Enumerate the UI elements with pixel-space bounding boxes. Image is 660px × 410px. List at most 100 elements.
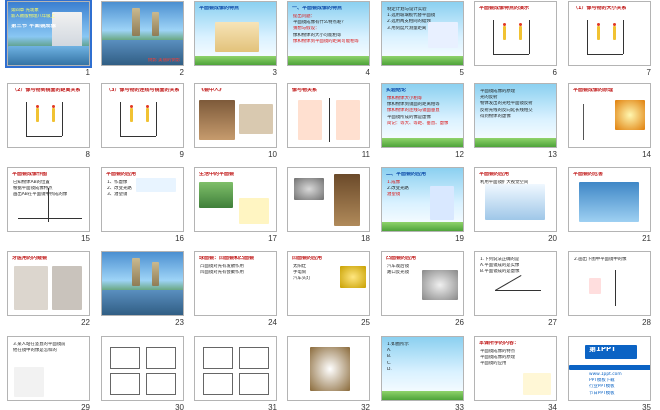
slide-thumbnail[interactable]: 一、平面镜成像的特点 提出问题： 平面镜成像有什么特点呢？ 猜想与假设： 像和物体的大小… (287, 1, 370, 66)
slide-cell[interactable]: 平面镜成像作图 已知物体AB的位置 根据平面镜成像特点 画出AB在平面镜中所成的像 15 (4, 166, 98, 248)
slide-thumbnail[interactable] (101, 336, 184, 401)
slide-thumbnail[interactable]: 生活中的平面镜 (194, 167, 277, 232)
slide-cell[interactable]: （3）像与物的连线与镜面的关系 9 (98, 82, 192, 164)
slide-title: 平面镜的应用 (106, 172, 137, 177)
diagram-line (120, 102, 121, 136)
slide-cell[interactable]: 平面镜的应用 利用平面镜扩大视觉空间 20 (471, 166, 565, 248)
convex-mirror-diagram (205, 278, 231, 302)
slide-text-line: 汽车观后镜 (387, 264, 409, 269)
slide-thumbnail[interactable]: （3）像与物的连线与镜面的关系 (101, 83, 184, 148)
slide-title: 凸面镜的应用 (386, 256, 417, 261)
slide-cell[interactable]: 实验结论 像和物体大小相等 像和物体到镜面的距离相等 像和物体的连线与镜面垂直 平面镜所… (378, 82, 472, 164)
slide-thumbnail[interactable]: （2）像与物到镜面的距离关系 (7, 83, 90, 148)
slide-cell[interactable]: （2）像与物到镜面的距离关系 8 (4, 82, 98, 164)
slide-thumbnail[interactable]: 第1PPT www.1ppt.com PPT模板下载 行业PPT模板 节日PPT模板 (568, 336, 651, 401)
slide-thumbnail[interactable]: 平面镜的应用 1、作虚像 2、改变光路 3、潜望镜 (101, 167, 184, 232)
slide-thumbnail[interactable]: 球面镜：凹面镜和凸面镜 凸面镜对光有发散作用 凹面镜对光有会聚作用 (194, 251, 277, 316)
slide-thumbnail[interactable]: 平面镜成像特点的演示 (474, 1, 557, 66)
clock-picture (310, 347, 350, 391)
slide-thumbnail[interactable]: 凸面镜的应用 汽车观后镜 路口反光镜 (381, 251, 464, 316)
slide-cell[interactable]: 平面镜成像特点的演示 6 (471, 0, 565, 82)
slide-cell[interactable]: 凸面镜的应用 汽车观后镜 路口反光镜 26 (378, 250, 472, 332)
slide-thumbnail[interactable]: 3.某人站在竖直的平面镜前 他在镜中的像是怎样的 (7, 336, 90, 401)
slide-cell[interactable]: 像与物关系 11 (284, 82, 378, 164)
slide-thumbnail[interactable]: 2.画出下图中平面镜中的像 (568, 251, 651, 316)
grass-decoration (382, 222, 463, 231)
concave-mirror-diagram (241, 278, 267, 302)
slide-thumbnail[interactable]: 平面镜的应用 利用平面镜扩大视觉空间 (474, 167, 557, 232)
slide-thumbnail[interactable] (101, 251, 184, 316)
dressing-mirror-picture (334, 174, 360, 226)
slide-thumbnail[interactable]: 平面镜成像的原理 光的反射 物体发出的光经平面镜反射 反射光线的反向延长线相交 得到物体… (474, 83, 557, 148)
slide-cell[interactable]: 生活中的平面镜 17 (191, 166, 285, 248)
slide-cell[interactable]: 制定计划与设计实验 1.选用玻璃板代替平面镜 2.选用两支相同的蜡烛 3.用刻度尺测量… (378, 0, 472, 82)
slide-text-line: 平面镜成像有什么特点呢？ (293, 20, 346, 26)
slide-thumbnail[interactable]: 平面镜成像作图 已知物体AB的位置 根据平面镜成像特点 画出AB在平面镜中所成的像 (7, 167, 90, 232)
slide-cell[interactable]: 《镜中人》 10 (191, 82, 285, 164)
slide-cell[interactable]: 牙医用的内窥镜 22 (4, 250, 98, 332)
slide-cell[interactable]: （1）像与物的大小关系 7 (565, 0, 659, 82)
candle-picture (519, 26, 522, 40)
slide-thumbnail[interactable]: 平面镜的危害 (568, 167, 651, 232)
slide-thumbnail[interactable]: 平面镜成像的原理 (568, 83, 651, 148)
reflection-person-picture (336, 100, 360, 140)
slide-cell[interactable]: 平面镜成像的特点 3 (191, 0, 285, 82)
apparatus-picture (428, 22, 458, 48)
grid-picture (14, 367, 44, 397)
person-picture (298, 100, 322, 140)
slide-thumbnail[interactable]: 第三节 平面镜成像 第四章 光现象 新人教版物理八年级上 (5, 0, 92, 68)
slide-thumbnail[interactable]: （1）像与物的大小关系 (568, 1, 651, 66)
slide-cell[interactable]: 第1PPT www.1ppt.com PPT模板下载 行业PPT模板 节日PPT模板 35 (565, 335, 659, 410)
slide-cell[interactable]: 本课所学的内容： 平面镜成像的特点 平面镜成像的原理 平面镜的应用 34 (471, 335, 565, 410)
slide-thumbnail[interactable] (287, 167, 370, 232)
solar-cooker-picture (340, 266, 366, 288)
slide-thumbnail[interactable]: 像与物关系 (287, 83, 370, 148)
slide-cell[interactable]: 凹面镜的应用 太阳灶 手电筒 汽车头灯 25 (284, 250, 378, 332)
slide-cell[interactable]: 3.某人站在竖直的平面镜前 他在镜中的像是怎样的 29 (4, 335, 98, 410)
slide-cell[interactable]: 平面镜成像的原理 14 (565, 82, 659, 164)
slide-cell[interactable]: 1.如图所示 A. B. C. D. 33 (378, 335, 472, 410)
slide-cell[interactable]: 2.画出下图中平面镜中的像 28 (565, 250, 659, 332)
diagram-line (62, 102, 63, 136)
slide-thumbnail[interactable]: 1.下列说法正确的是 A.平面镜成的是实像 B.平面镜成的是虚像 (474, 251, 557, 316)
lake-picture (199, 182, 233, 208)
slide-thumbnail[interactable] (287, 336, 370, 401)
slide-cell[interactable]: 第三节 平面镜成像 第四章 光现象 新人教版物理八年级上 1 (4, 0, 98, 82)
slide-thumbnail[interactable]: 《镜中人》 (194, 83, 277, 148)
slide-cell[interactable]: 平面镜的危害 21 (565, 166, 659, 248)
slide-cell[interactable]: 倒影 美丽的倒影 2 (98, 0, 192, 82)
dentist-picture (14, 266, 48, 310)
slide-text-line: 猜想与假设： (293, 26, 320, 32)
candle-picture (597, 26, 600, 40)
mirror-girl-picture (199, 100, 235, 140)
slide-thumbnail[interactable]: 凹面镜的应用 太阳灶 手电筒 汽车头灯 (287, 251, 370, 316)
diagram-line (493, 20, 494, 54)
slide-text-line: 平面镜成像的原理 (480, 355, 516, 361)
slide-cell[interactable]: 一、平面镜成像的特点 提出问题： 平面镜成像有什么特点呢？ 猜想与假设： 像和物体的大小… (284, 0, 378, 82)
slide-cell[interactable]: 平面镜的应用 1、作虚像 2、改变光路 3、潜望镜 16 (98, 166, 192, 248)
slide-cell[interactable]: 31 (191, 335, 285, 410)
slide-thumbnail[interactable]: 平面镜成像的特点 (194, 1, 277, 66)
slide-title: 平面镜的应用 (479, 172, 510, 177)
slide-cell[interactable]: 球面镜：凹面镜和凸面镜 凸面镜对光有发散作用 凹面镜对光有会聚作用 24 (191, 250, 285, 332)
slide-cell[interactable]: 二、平面镜的应用 1.成像 2.改变光路 潜望镜 19 (378, 166, 472, 248)
slide-thumbnail[interactable]: 二、平面镜的应用 1.成像 2.改变光路 潜望镜 (381, 167, 464, 232)
slide-text-line: 2.画出下图中平面镜中的像 (574, 257, 627, 262)
slide-cell[interactable]: 平面镜成像的原理 光的反射 物体发出的光经平面镜反射 反射光线的反向延长线相交 得到物体… (471, 82, 565, 164)
slide-thumbnail[interactable]: 1.如图所示 A. B. C. D. (381, 336, 464, 401)
slide-thumbnail[interactable]: 牙医用的内窥镜 (7, 251, 90, 316)
slide-text-line: 1、作虚像 (107, 180, 128, 185)
slide-cell[interactable]: 1.下列说法正确的是 A.平面镜成的是实像 B.平面镜成的是虚像 27 (471, 250, 565, 332)
answer-figure (239, 347, 269, 369)
slide-thumbnail[interactable]: 本课所学的内容： 平面镜成像的特点 平面镜成像的原理 平面镜的应用 (474, 336, 557, 401)
slide-cell[interactable]: 32 (284, 335, 378, 410)
slide-thumbnail[interactable] (194, 336, 277, 401)
slide-cell[interactable]: 30 (98, 335, 192, 410)
slide-cell[interactable]: 23 (98, 250, 192, 332)
slide-thumbnail[interactable]: 制定计划与设计实验 1.选用玻璃板代替平面镜 2.选用两支相同的蜡烛 3.用刻度尺测量… (381, 1, 464, 66)
slide-cell[interactable]: 18 (284, 166, 378, 248)
slide-text-line: www.1ppt.com (589, 372, 622, 377)
slide-thumbnail[interactable]: 实验结论 像和物体大小相等 像和物体到镜面的距离相等 像和物体的连线与镜面垂直 平面镜所… (381, 83, 464, 148)
slide-thumbnail[interactable]: 倒影 美丽的倒影 (101, 1, 184, 66)
slide-title: 平面镜的危害 (573, 172, 604, 177)
